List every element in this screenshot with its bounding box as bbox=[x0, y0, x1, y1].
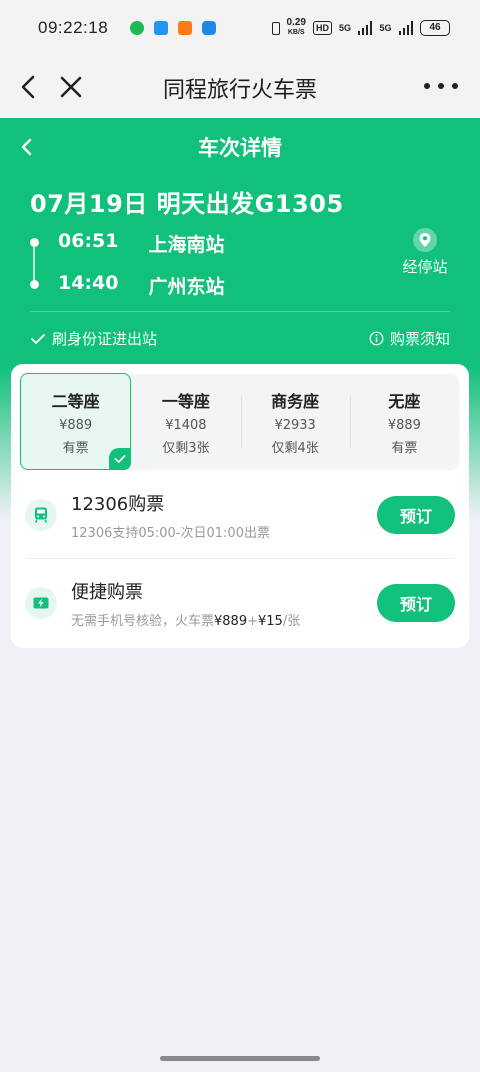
seat-price: ¥2933 bbox=[274, 418, 316, 433]
speed-value: 0.29 bbox=[286, 17, 306, 28]
location-pin-icon bbox=[413, 228, 437, 252]
section-title: 车次详情 bbox=[198, 136, 282, 160]
quick-sub-suffix: /张 bbox=[282, 613, 301, 629]
quick-service-fee: ¥15 bbox=[258, 613, 283, 629]
seat-class-selector: 二等座 ¥889 有票 一等座 ¥1408 仅剩3张 商务座 ¥2933 仅剩4… bbox=[20, 373, 459, 470]
quick-plus: + bbox=[247, 613, 259, 629]
depart-dot bbox=[30, 238, 39, 247]
lightning-ticket-icon bbox=[25, 587, 57, 619]
depart-row: 06:51 上海南站 bbox=[58, 230, 225, 257]
seat-option-first-class[interactable]: 一等座 ¥1408 仅剩3张 bbox=[131, 374, 240, 470]
info-icon bbox=[369, 331, 384, 346]
divider bbox=[25, 558, 455, 559]
id-entry-info: 刷身份证进出站 bbox=[30, 328, 157, 349]
net2-label: 5G bbox=[379, 23, 392, 33]
booking-title: 12306购票 bbox=[71, 493, 165, 515]
booking-subtitle: 12306支持05:00-次日01:00出票 bbox=[71, 525, 270, 541]
seat-booking-card: 二等座 ¥889 有票 一等座 ¥1408 仅剩3张 商务座 ¥2933 仅剩4… bbox=[11, 364, 469, 648]
booking-text: 12306购票 12306支持05:00-次日01:00出票 bbox=[71, 490, 270, 541]
arrive-station: 广州东站 bbox=[148, 276, 225, 298]
page-title: 同程旅行火车票 bbox=[162, 78, 317, 103]
seat-availability: 仅剩4张 bbox=[271, 441, 319, 456]
purchase-notice-link[interactable]: 购票须知 bbox=[369, 328, 450, 349]
vibrate-icon bbox=[271, 21, 280, 35]
status-bar: 09:22:18 0.29 KB/S HD 5G 5G 46 bbox=[0, 0, 480, 56]
play-icon bbox=[154, 21, 169, 35]
depart-station: 上海南站 bbox=[148, 234, 225, 256]
trip-date-train: 07月19日 明天出发G1305 bbox=[30, 190, 344, 218]
notice-label: 购票须知 bbox=[389, 330, 450, 348]
speed-unit: KB/S bbox=[287, 29, 305, 36]
hd-badge: HD bbox=[312, 21, 332, 35]
more-dot-icon bbox=[424, 83, 430, 89]
seat-name: 无座 bbox=[388, 392, 421, 411]
seat-price: ¥889 bbox=[59, 418, 93, 433]
stops-button[interactable]: 经停站 bbox=[400, 228, 450, 277]
booking-subtitle: 无需手机号核验，火车票¥889+¥15/张 bbox=[71, 610, 300, 629]
arrive-time: 14:40 bbox=[58, 272, 119, 294]
app-icon bbox=[202, 21, 217, 35]
seat-availability: 有票 bbox=[391, 441, 418, 456]
seat-price: ¥1408 bbox=[165, 418, 207, 433]
more-button[interactable] bbox=[424, 76, 458, 96]
quick-sub-prefix: 无需手机号核验，火车票 bbox=[71, 613, 215, 629]
booking-option-12306: 12306购票 12306支持05:00-次日01:00出票 预订 bbox=[25, 480, 455, 550]
hero-footer: 刷身份证进出站 购票须知 bbox=[30, 328, 450, 349]
selected-check-icon bbox=[109, 448, 132, 470]
signal-icon bbox=[357, 21, 373, 35]
check-icon bbox=[31, 333, 45, 344]
id-entry-label: 刷身份证进出站 bbox=[52, 330, 158, 348]
battery-icon: 46 bbox=[420, 20, 450, 36]
net1-label: 5G bbox=[338, 23, 351, 33]
signal-icon-2 bbox=[398, 21, 413, 35]
arrive-dot bbox=[30, 280, 39, 289]
seat-option-second-class[interactable]: 二等座 ¥889 有票 bbox=[20, 373, 132, 470]
stops-label: 经停站 bbox=[402, 258, 448, 276]
seat-price: ¥889 bbox=[387, 418, 421, 433]
network-speed: 0.29 KB/S bbox=[287, 18, 306, 38]
seat-name: 一等座 bbox=[161, 392, 210, 411]
status-time: 09:22:18 bbox=[38, 18, 109, 37]
seat-name: 二等座 bbox=[51, 392, 100, 411]
depart-time: 06:51 bbox=[58, 230, 119, 252]
notification-icons bbox=[130, 21, 217, 35]
status-right: 0.29 KB/S HD 5G 5G 46 bbox=[271, 18, 450, 38]
home-indicator[interactable] bbox=[160, 1056, 320, 1061]
seat-availability: 仅剩3张 bbox=[162, 441, 210, 456]
train-icon bbox=[25, 499, 57, 531]
quick-ticket-price: ¥889 bbox=[214, 613, 248, 629]
book-12306-button[interactable]: 预订 bbox=[377, 496, 455, 534]
seat-option-standing[interactable]: 无座 ¥889 有票 bbox=[349, 374, 459, 470]
booking-title: 便捷购票 bbox=[71, 581, 143, 603]
more-dot-icon bbox=[452, 83, 458, 89]
booking-option-quick: 便捷购票 无需手机号核验，火车票¥889+¥15/张 预订 bbox=[25, 568, 455, 638]
booking-text: 便捷购票 无需手机号核验，火车票¥889+¥15/张 bbox=[71, 578, 300, 629]
hero-divider bbox=[30, 311, 450, 312]
app-header: 同程旅行火车票 bbox=[0, 56, 480, 118]
arrive-row: 14:40 广州东站 bbox=[58, 272, 225, 299]
seat-name: 商务座 bbox=[271, 392, 320, 411]
book-quick-button[interactable]: 预订 bbox=[377, 584, 455, 622]
route-timeline: 06:51 上海南站 14:40 广州东站 bbox=[30, 230, 430, 310]
wallet-icon bbox=[178, 21, 193, 35]
seat-option-business-class[interactable]: 商务座 ¥2933 仅剩4张 bbox=[240, 374, 350, 470]
wechat-icon bbox=[130, 21, 145, 35]
more-dot-icon bbox=[438, 83, 444, 89]
